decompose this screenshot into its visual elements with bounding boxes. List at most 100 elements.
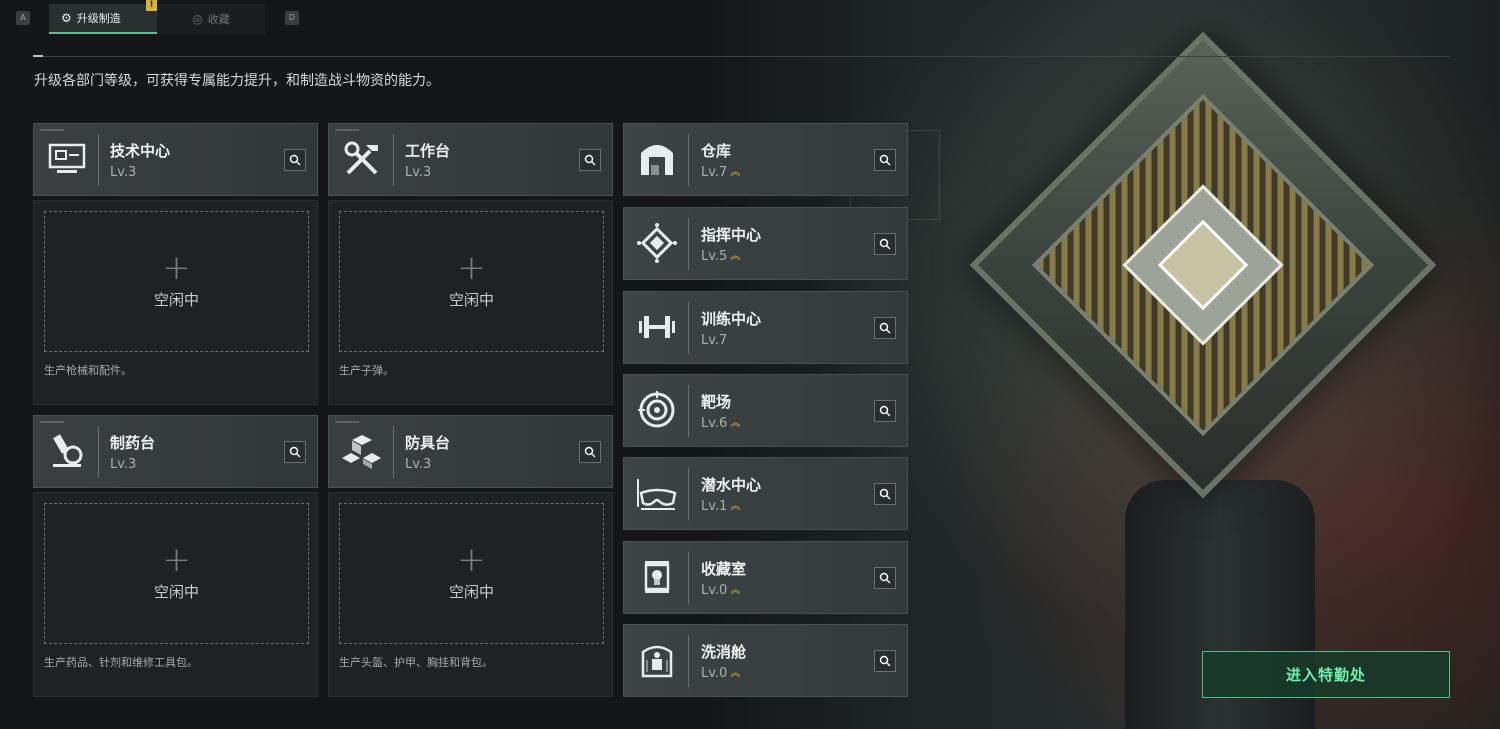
dumbbell-icon: [634, 304, 680, 350]
workshop-description: 生产药品、针剂和维修工具包。: [44, 656, 198, 669]
separator: [688, 134, 689, 186]
workshop-card-tech-center[interactable]: 技术中心 Lv.3 + 空闲中 生产枪械和配件。: [33, 123, 318, 405]
add-icon: +: [162, 540, 191, 580]
slot-status: 空闲中: [448, 291, 494, 309]
search-icon: [584, 154, 596, 166]
slot-status: 空闲中: [153, 291, 199, 309]
search-button[interactable]: [284, 149, 306, 171]
search-button[interactable]: [284, 441, 306, 463]
workshop-card-workbench[interactable]: 工作台 Lv.3 + 空闲中 生产子弹。: [328, 123, 613, 405]
department-card-shooting-range[interactable]: 靶场 Lv.6 ︽: [623, 374, 908, 447]
department-card-warehouse[interactable]: 仓库 Lv.7 ︽: [623, 123, 908, 196]
department-name: 训练中心: [701, 310, 762, 328]
workshop-level: Lv.3: [110, 457, 137, 472]
production-slot[interactable]: + 空闲中: [44, 211, 309, 352]
cube-outer: [969, 31, 1437, 499]
divider: [33, 56, 1450, 57]
workshop-header[interactable]: 制药台 Lv.3: [33, 415, 318, 488]
workshop-body: + 空闲中 生产枪械和配件。: [33, 200, 318, 405]
tab-collection[interactable]: ◎ 收藏: [157, 4, 265, 34]
separator: [688, 385, 689, 437]
search-icon: [879, 238, 891, 250]
search-button[interactable]: [874, 483, 896, 505]
command-icon: [634, 220, 680, 266]
department-level-value: Lv.5: [701, 249, 728, 264]
alert-badge: !: [146, 0, 157, 11]
search-button[interactable]: [579, 441, 601, 463]
cube-core: [1157, 219, 1249, 311]
separator: [688, 468, 689, 520]
workshop-card-pharmacy[interactable]: 制药台 Lv.3 + 空闲中 生产药品、针剂和维修工具包。: [33, 415, 318, 697]
search-button[interactable]: [874, 567, 896, 589]
key-hint-right: D: [285, 11, 299, 25]
tab-collection-label: 收藏: [207, 13, 230, 26]
tab-upgrade-craft[interactable]: ⚙ 升级制造: [49, 4, 157, 34]
cubes-icon: [339, 428, 385, 474]
department-card-diving-center[interactable]: 潜水中心 Lv.1 ︽: [623, 457, 908, 530]
upgrade-arrow-icon: ︽: [730, 584, 740, 596]
workshop-body: + 空闲中 生产子弹。: [328, 200, 613, 405]
add-icon: +: [457, 540, 486, 580]
workshop-description: 生产头盔、护甲、胸挂和背包。: [339, 656, 493, 669]
add-icon: +: [457, 248, 486, 288]
department-level: Lv.0 ︽: [701, 583, 740, 598]
department-card-training-center[interactable]: 训练中心 Lv.7: [623, 291, 908, 364]
search-button[interactable]: [874, 650, 896, 672]
workshop-description: 生产子弹。: [339, 364, 394, 377]
workshop-name: 制药台: [110, 434, 156, 452]
tools-icon: [339, 136, 385, 182]
separator: [393, 426, 394, 478]
add-icon: +: [162, 248, 191, 288]
cube-inner: [1122, 184, 1284, 346]
search-button[interactable]: [579, 149, 601, 171]
warehouse-icon: [634, 136, 680, 182]
workshop-name: 防具台: [405, 434, 451, 452]
tab-bar: A ⚙ 升级制造 ! ◎ 收藏 D: [0, 0, 700, 36]
department-level: Lv.1 ︽: [701, 499, 740, 514]
upgrade-arrow-icon: ︽: [730, 500, 740, 512]
department-card-collection-room[interactable]: 收藏室 Lv.0 ︽: [623, 541, 908, 614]
workshop-card-armor[interactable]: 防具台 Lv.3 + 空闲中 生产头盔、护甲、胸挂和背包。: [328, 415, 613, 697]
workshop-body: + 空闲中 生产药品、针剂和维修工具包。: [33, 492, 318, 697]
search-button[interactable]: [874, 317, 896, 339]
department-level-value: Lv.1: [701, 499, 728, 514]
separator: [98, 134, 99, 186]
production-slot[interactable]: + 空闲中: [339, 211, 604, 352]
search-icon: [879, 405, 891, 417]
computer-icon: [44, 136, 90, 182]
department-card-command-center[interactable]: 指挥中心 Lv.5 ︽: [623, 207, 908, 280]
slot-status: 空闲中: [448, 583, 494, 601]
workshop-name: 工作台: [405, 142, 451, 160]
enter-special-ops-button[interactable]: 进入特勤处: [1202, 651, 1450, 698]
search-button[interactable]: [874, 149, 896, 171]
search-button[interactable]: [874, 233, 896, 255]
department-name: 靶场: [701, 393, 732, 411]
background-scene: [700, 0, 1500, 729]
workshop-body: + 空闲中 生产头盔、护甲、胸挂和背包。: [328, 492, 613, 697]
cube-mid: [1031, 93, 1375, 437]
diving-mask-icon: [634, 470, 680, 516]
workshop-header[interactable]: 防具台 Lv.3: [328, 415, 613, 488]
department-level: Lv.6 ︽: [701, 416, 740, 431]
department-level-value: Lv.7: [701, 333, 728, 348]
production-slot[interactable]: + 空闲中: [339, 503, 604, 644]
department-level-value: Lv.0: [701, 666, 728, 681]
department-level: Lv.7 ︽: [701, 165, 740, 180]
workshop-level: Lv.3: [405, 457, 432, 472]
workshop-header[interactable]: 工作台 Lv.3: [328, 123, 613, 196]
workshop-level: Lv.3: [110, 165, 137, 180]
collection-icon: ◎: [192, 12, 203, 26]
separator: [688, 635, 689, 687]
search-icon: [879, 488, 891, 500]
workshop-description: 生产枪械和配件。: [44, 364, 132, 377]
search-button[interactable]: [874, 400, 896, 422]
key-hint-left: A: [16, 11, 30, 25]
target-icon: [634, 387, 680, 433]
production-slot[interactable]: + 空闲中: [44, 503, 309, 644]
workshop-header[interactable]: 技术中心 Lv.3: [33, 123, 318, 196]
workshop-level: Lv.3: [405, 165, 432, 180]
slot-status: 空闲中: [153, 583, 199, 601]
department-name: 收藏室: [701, 560, 747, 578]
department-card-decontamination[interactable]: 洗消舱 Lv.0 ︽: [623, 624, 908, 697]
department-name: 潜水中心: [701, 476, 762, 494]
